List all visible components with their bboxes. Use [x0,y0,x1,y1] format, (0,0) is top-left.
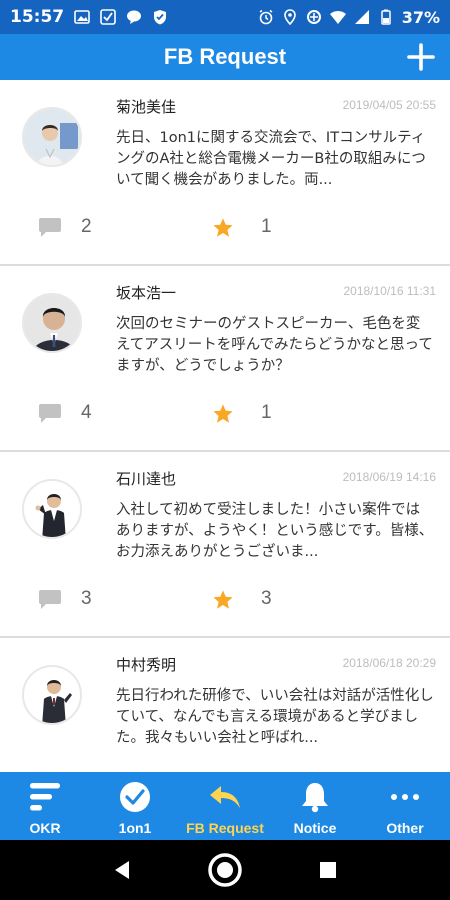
tab-label: OKR [29,820,61,836]
star-count: 3 [261,588,272,609]
star-count: 1 [261,402,272,423]
okr-bars-icon [30,783,60,811]
tab-label: Other [386,820,424,836]
home-button[interactable] [205,850,245,890]
tab-label: Notice [293,820,337,836]
tab-other[interactable]: Other [360,772,450,840]
page-title: FB Request [163,44,287,69]
image-notification-icon [74,10,90,24]
tab-okr[interactable]: OKR [0,772,90,840]
comment-icon[interactable] [38,216,62,238]
app-notification-icon [100,9,116,25]
star-count: 1 [261,216,272,237]
author-name: 坂本浩一 [116,284,177,302]
chat-notification-icon [127,10,142,24]
request-feed[interactable]: 菊池美佳 2019/04/05 20:55 先日、1on1に関する交流会で、IT… [0,80,450,772]
tab-fb-request[interactable]: FB Request [180,772,270,840]
bottom-tab-bar: OKR 1on1 FB Request Notice Other [0,772,450,840]
back-button[interactable] [102,850,142,890]
recents-square-icon [320,862,337,878]
tab-label: 1on1 [118,820,152,836]
post-text: 先日、1on1に関する交流会で、ITコンサルティングのA社と総合電機メーカーB社… [116,130,426,188]
check-circle-icon [120,782,150,812]
reply-arrow-icon [210,786,240,808]
avatar[interactable] [22,479,82,539]
status-bar: 15:57 37% [0,0,450,34]
post-date: 2018/06/18 20:29 [342,656,436,670]
avatar[interactable] [22,293,82,353]
tab-notice[interactable]: Notice [270,772,360,840]
signal-icon [354,10,369,24]
battery-percent: 37% [401,7,440,27]
author-name: 石川達也 [116,470,177,488]
avatar[interactable] [22,107,82,167]
post-text: 次回のセミナーのゲストスピーカー、毛色を変えてアスリートを呼んでみたらどうかなと… [116,316,433,374]
post-date: 2019/04/05 20:55 [342,98,436,112]
more-dots-icon [391,794,419,800]
feed-item[interactable]: 石川達也 2018/06/19 14:16 入社して初めて受注しました！小さい案… [0,452,450,638]
tab-1on1[interactable]: 1on1 [90,772,180,840]
avatar[interactable] [22,665,82,725]
comment-count: 3 [81,588,92,609]
data-saver-icon [306,10,321,24]
home-circle-icon [208,853,242,887]
star-icon[interactable] [212,589,234,611]
comment-icon[interactable] [38,402,62,424]
app-bar: FB Request [0,34,450,80]
add-icon[interactable] [404,40,438,74]
wifi-icon [329,11,346,24]
star-icon[interactable] [212,217,234,239]
star-icon[interactable] [212,403,234,425]
feed-item[interactable]: 中村秀明 2018/06/18 20:29 先日行われた研修で、いい会社は対話が… [0,638,450,772]
author-name: 菊池美佳 [116,98,177,116]
alarm-icon [259,9,273,25]
back-triangle-icon [114,861,129,879]
recents-button[interactable] [308,850,348,890]
feed-item[interactable]: 菊池美佳 2019/04/05 20:55 先日、1on1に関する交流会で、IT… [0,80,450,266]
system-nav-bar [0,840,450,900]
post-text: 先日行われた研修で、いい会社は対話が活性化していて、なんでも言える環境があると学… [116,688,434,746]
post-date: 2018/06/19 14:16 [342,470,436,484]
bell-icon [302,783,328,813]
shield-notification-icon [154,10,167,25]
comment-count: 4 [81,402,92,423]
post-date: 2018/10/16 11:31 [343,284,436,298]
author-name: 中村秀明 [116,656,177,674]
comment-count: 2 [81,216,92,237]
location-icon [283,9,296,25]
tab-label: FB Request [186,820,264,836]
status-time: 15:57 [10,7,65,27]
battery-icon [380,9,391,25]
post-text: 入社して初めて受注しました！小さい案件ではありますが、ようやく！という感じです。… [116,502,434,560]
feed-item[interactable]: 坂本浩一 2018/10/16 11:31 次回のセミナーのゲストスピーカー、毛… [0,266,450,452]
comment-icon[interactable] [38,588,62,610]
